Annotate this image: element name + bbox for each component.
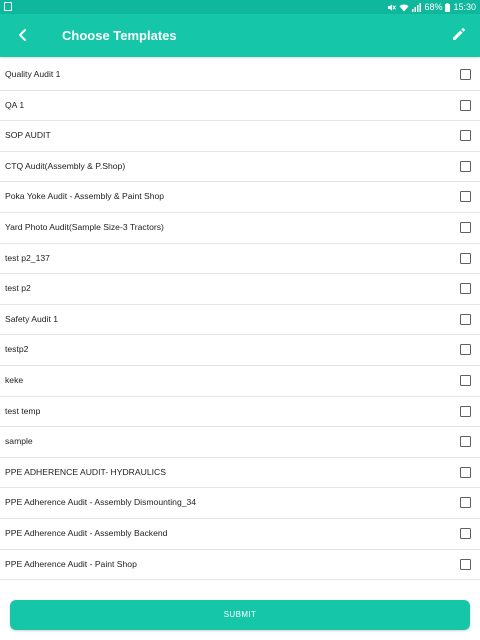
template-row[interactable]: Quality Audit 1 — [0, 60, 480, 91]
template-name: Poka Yoke Audit - Assembly & Paint Shop — [5, 191, 165, 202]
template-checkbox[interactable] — [460, 252, 471, 264]
app-bar: Choose Templates — [0, 14, 480, 57]
template-name: CTQ Audit(Assembly & P.Shop) — [5, 160, 126, 171]
template-name: test p2 — [5, 283, 31, 294]
template-name: keke — [5, 374, 24, 385]
template-row[interactable]: PPE ADHERENCE AUDIT- HYDRAULICS — [0, 458, 480, 489]
gallery-icon — [4, 2, 12, 11]
template-row[interactable]: PPE Adherence Audit - Assembly Dismounti… — [0, 488, 480, 519]
template-checkbox[interactable] — [460, 466, 471, 478]
template-row[interactable]: Poka Yoke Audit - Assembly & Paint Shop — [0, 182, 480, 213]
template-checkbox[interactable] — [460, 558, 471, 570]
template-name: SOP AUDIT — [5, 130, 51, 141]
template-checkbox[interactable] — [460, 436, 471, 448]
template-row[interactable]: SOP AUDIT — [0, 121, 480, 152]
template-name: test temp — [5, 405, 41, 416]
battery-icon — [445, 2, 451, 12]
template-row[interactable]: testp2 — [0, 335, 480, 366]
page-title: Choose Templates — [62, 28, 177, 43]
template-name: testp2 — [5, 344, 29, 355]
template-row[interactable]: keke — [0, 366, 480, 397]
mute-icon — [388, 3, 397, 11]
template-name: test p2_137 — [5, 252, 50, 263]
wifi-icon — [399, 4, 409, 11]
template-name: PPE Adherence Audit - Paint Shop — [5, 558, 137, 569]
template-row[interactable]: test temp — [0, 397, 480, 428]
template-checkbox[interactable] — [460, 497, 471, 509]
template-checkbox[interactable] — [460, 527, 471, 539]
template-checkbox[interactable] — [460, 160, 471, 172]
submit-button[interactable]: SUBMIT — [10, 600, 470, 630]
status-bar: 68% 15:30 — [0, 0, 480, 14]
template-name: PPE ADHERENCE AUDIT- HYDRAULICS — [5, 466, 166, 477]
template-row[interactable]: sample — [0, 427, 480, 458]
template-row[interactable]: test p2_137 — [0, 244, 480, 275]
template-checkbox[interactable] — [460, 405, 471, 417]
template-checkbox[interactable] — [460, 344, 471, 356]
pencil-icon[interactable] — [451, 26, 467, 42]
template-row[interactable]: CTQ Audit(Assembly & P.Shop) — [0, 152, 480, 183]
template-checkbox[interactable] — [460, 283, 471, 295]
template-name: Quality Audit 1 — [5, 69, 61, 79]
template-row[interactable]: Yard Photo Audit(Sample Size-3 Tractors) — [0, 213, 480, 244]
signal-icon — [412, 2, 422, 12]
template-name: PPE Adherence Audit - Assembly Dismounti… — [5, 497, 197, 508]
template-name: Safety Audit 1 — [5, 313, 59, 324]
template-name: QA 1 — [5, 99, 25, 110]
template-checkbox[interactable] — [460, 130, 471, 142]
template-checkbox[interactable] — [460, 313, 471, 325]
template-row[interactable]: PPE Adherence Audit - Paint Shop — [0, 550, 480, 581]
status-icons: 68% 15:30 — [387, 1, 476, 13]
chevron-left-icon[interactable] — [14, 24, 34, 46]
template-list: Quality Audit 1 QA 1 SOP AUDIT CTQ Audit(As… — [0, 60, 480, 581]
template-row[interactable]: test p2 — [0, 274, 480, 305]
template-checkbox[interactable] — [460, 191, 471, 203]
template-name: Yard Photo Audit(Sample Size-3 Tractors) — [5, 221, 164, 232]
template-row[interactable]: QA 1 — [0, 91, 480, 122]
battery-percent: 68% — [424, 2, 443, 12]
template-row[interactable]: Safety Audit 1 — [0, 305, 480, 336]
template-name: PPE Adherence Audit - Assembly Backend — [5, 527, 168, 538]
template-checkbox[interactable] — [460, 374, 471, 386]
template-checkbox[interactable] — [460, 221, 471, 233]
template-row[interactable]: PPE Adherence Audit - Assembly Backend — [0, 519, 480, 550]
clock: 15:30 — [453, 2, 476, 12]
template-name: sample — [5, 436, 33, 447]
template-checkbox[interactable] — [460, 69, 471, 80]
template-checkbox[interactable] — [460, 99, 471, 111]
